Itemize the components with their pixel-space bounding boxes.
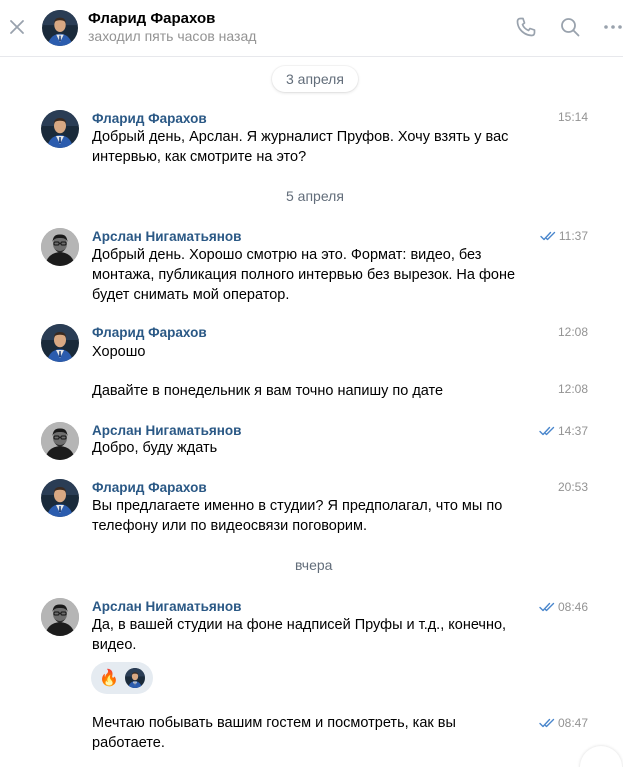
double-check-icon bbox=[539, 602, 555, 612]
time-label: 15:14 bbox=[557, 110, 588, 124]
message-time: 08:47 bbox=[539, 716, 588, 730]
message-text: Добрый день, Арслан. Я журналист Пруфов.… bbox=[92, 129, 509, 165]
avatar[interactable] bbox=[41, 479, 79, 517]
message-text: Хорошо bbox=[92, 344, 146, 360]
avatar[interactable] bbox=[41, 228, 79, 266]
message-author[interactable]: Фларид Фарахов bbox=[92, 325, 207, 340]
message-text: Мечтаю побывать вашим гостем и посмотрет… bbox=[92, 715, 456, 751]
time-label: 20:53 bbox=[557, 480, 588, 494]
date-separator: 3 апреля bbox=[272, 66, 358, 92]
time-label: 14:37 bbox=[557, 424, 588, 438]
message-time: 12:08 bbox=[558, 325, 588, 339]
message-time: 20:53 bbox=[558, 480, 588, 494]
double-check-icon bbox=[539, 718, 555, 728]
message-text: Добрый день. Хорошо смотрю на это. Форма… bbox=[92, 247, 516, 303]
phone-icon[interactable] bbox=[514, 15, 538, 39]
double-check-icon bbox=[539, 426, 555, 436]
time-label: 12:08 bbox=[557, 325, 588, 339]
message-author[interactable]: Фларид Фарахов bbox=[92, 480, 207, 495]
scroll-down-button[interactable] bbox=[580, 746, 622, 767]
avatar bbox=[125, 668, 145, 688]
avatar[interactable] bbox=[41, 324, 79, 362]
double-check-icon bbox=[540, 231, 556, 241]
message-author[interactable]: Арслан Нигаматьянов bbox=[92, 229, 241, 244]
message-text: Добро, буду ждать bbox=[92, 440, 218, 456]
reaction-badge[interactable]: 🔥 bbox=[91, 662, 153, 694]
date-separator: вчера bbox=[295, 557, 333, 573]
message-time: 15:14 bbox=[558, 110, 588, 124]
chat-title[interactable]: Фларид Фарахов bbox=[88, 10, 215, 27]
avatar[interactable] bbox=[41, 110, 79, 148]
avatar[interactable] bbox=[41, 598, 79, 636]
chat-header: Фларид Фарахов заходил пять часов назад bbox=[0, 0, 623, 57]
more-icon[interactable] bbox=[601, 15, 623, 39]
time-label: 08:46 bbox=[557, 600, 588, 614]
time-label: 08:47 bbox=[557, 716, 588, 730]
message-time: 11:37 bbox=[540, 229, 588, 243]
search-icon[interactable] bbox=[558, 15, 582, 39]
message-text: Да, в вашей студии на фоне надписей Пруф… bbox=[92, 617, 507, 653]
message-time: 08:46 bbox=[539, 600, 588, 614]
avatar[interactable] bbox=[42, 10, 78, 46]
close-icon[interactable] bbox=[6, 16, 28, 38]
message-author[interactable]: Фларид Фарахов bbox=[92, 111, 207, 126]
fire-emoji-icon: 🔥 bbox=[99, 670, 119, 687]
date-separator: 5 апреля bbox=[286, 188, 344, 204]
message-text: Давайте в понедельник я вам точно напишу… bbox=[92, 383, 444, 399]
last-seen-status: заходил пять часов назад bbox=[88, 28, 257, 44]
time-label: 12:08 bbox=[557, 382, 588, 396]
message-author[interactable]: Арслан Нигаматьянов bbox=[92, 423, 241, 438]
avatar[interactable] bbox=[41, 422, 79, 460]
message-author[interactable]: Арслан Нигаматьянов bbox=[92, 599, 241, 614]
message-time: 14:37 bbox=[539, 424, 588, 438]
message-text: Вы предлагаете именно в студии? Я предпо… bbox=[92, 498, 503, 534]
time-label: 11:37 bbox=[558, 229, 588, 243]
message-time: 12:08 bbox=[558, 382, 588, 396]
